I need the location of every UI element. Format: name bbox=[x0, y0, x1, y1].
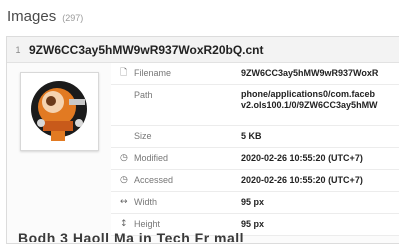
thumbnail-image bbox=[21, 73, 98, 150]
prop-label: Height bbox=[134, 219, 161, 229]
prop-label: Path bbox=[134, 90, 153, 100]
prop-width: ↔ Width 95 px bbox=[111, 192, 399, 214]
images-header: Images (297) bbox=[7, 8, 83, 28]
path-line-1: phone/applications0/com.faceb bbox=[241, 89, 376, 99]
prop-label: Size bbox=[134, 131, 152, 141]
clock-icon: ◷ bbox=[120, 175, 128, 185]
prop-filename: 🗋 Filename 9ZW6CC3ay5hMW9wR937WoxR bbox=[111, 63, 399, 85]
image-thumbnail[interactable] bbox=[20, 72, 99, 151]
prop-value: 2020-02-26 10:55:20 (UTC+7) bbox=[241, 153, 363, 163]
item-filename[interactable]: 9ZW6CC3ay5hMW9wR937WoxR20bQ.cnt bbox=[29, 43, 264, 57]
prop-label: Modified bbox=[134, 153, 169, 163]
prop-label: Width bbox=[134, 197, 158, 207]
caption-text: Bodh 3 Haoll Ma in Tech Fr mall bbox=[18, 232, 245, 242]
prop-label: Filename bbox=[134, 68, 172, 78]
prop-size: Size 5 KB bbox=[111, 126, 399, 148]
image-item-header[interactable]: 1 9ZW6CC3ay5hMW9wR937WoxR20bQ.cnt bbox=[7, 37, 399, 63]
path-line-2: v2.ols100.1/0/9ZW6CC3ay5hMW bbox=[241, 100, 378, 110]
properties-list: 🗋 Filename 9ZW6CC3ay5hMW9wR937WoxR Path … bbox=[111, 63, 399, 236]
prop-value: 5 KB bbox=[241, 131, 262, 141]
prop-path: Path phone/applications0/com.faceb v2.ol… bbox=[111, 85, 399, 126]
clock-icon: ◷ bbox=[120, 153, 128, 163]
prop-label: Accessed bbox=[134, 175, 174, 185]
file-icon: 🗋 bbox=[120, 68, 128, 78]
image-item-panel: 1 9ZW6CC3ay5hMW9wR937WoxR20bQ.cnt 🗋 File… bbox=[6, 36, 399, 244]
prop-value[interactable]: phone/applications0/com.faceb v2.ols100.… bbox=[241, 89, 399, 111]
prop-value[interactable]: 9ZW6CC3ay5hMW9wR937WoxR bbox=[241, 68, 399, 79]
item-count: (297) bbox=[62, 13, 84, 23]
horizontal-arrows-icon: ↔ bbox=[120, 197, 128, 207]
prop-value: 95 px bbox=[241, 219, 265, 229]
section-title: Images bbox=[7, 8, 57, 25]
prop-value: 95 px bbox=[241, 197, 265, 207]
prop-value: 2020-02-26 10:55:20 (UTC+7) bbox=[241, 175, 363, 185]
overlay-caption: Bodh 3 Haoll Ma in Tech Fr mall bbox=[0, 232, 399, 242]
vertical-arrow-icon: ↕ bbox=[120, 219, 128, 229]
prop-accessed: ◷ Accessed 2020-02-26 10:55:20 (UTC+7) bbox=[111, 170, 399, 192]
prop-modified: ◷ Modified 2020-02-26 10:55:20 (UTC+7) bbox=[111, 148, 399, 170]
item-index: 1 bbox=[15, 44, 21, 55]
